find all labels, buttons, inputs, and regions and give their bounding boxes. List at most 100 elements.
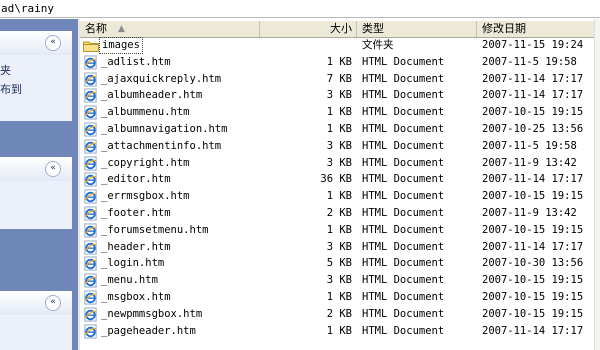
collapse-chevron-icon[interactable]: « (45, 161, 61, 177)
task-panel-header[interactable]: « (0, 291, 72, 315)
file-type: HTML Document (362, 240, 445, 253)
file-modified: 2007-10-15 19:15 (482, 106, 584, 119)
file-size: 36 KB (320, 173, 352, 186)
file-type: HTML Document (362, 55, 445, 68)
ie-document-icon (83, 223, 99, 238)
vertical-scrollbar[interactable] (594, 19, 600, 350)
file-size: 1 KB (326, 291, 352, 303)
file-size: 1 KB (326, 324, 352, 337)
file-row[interactable]: _albumnavigation.htm 1 KB HTML Document 200… (80, 121, 600, 138)
file-size: 1 KB (326, 123, 352, 135)
file-type: HTML Document (362, 207, 445, 219)
file-row[interactable]: _header.htm 3 KB HTML Document 2007-11-14 1… (80, 239, 600, 256)
file-row[interactable]: _pageheader.htm 1 KB HTML Document 2007-11-… (80, 323, 600, 340)
file-row[interactable]: _adlist.htm 1 KB HTML Document 2007-11-5 19… (80, 54, 600, 71)
address-path: ad\rainy (1, 2, 54, 15)
file-modified: 2007-10-15 19:15 (482, 190, 584, 203)
file-row[interactable]: _copyright.htm 3 KB HTML Document 2007-11-9… (80, 155, 600, 172)
file-size: 1 KB (326, 223, 352, 236)
ie-document-icon (83, 273, 99, 288)
file-row[interactable]: _errmsgbox.htm 1 KB HTML Document 2007-10-1… (80, 188, 600, 205)
file-size: 1 KB (326, 106, 352, 119)
file-size: 7 KB (326, 72, 352, 85)
file-size: 5 KB (326, 257, 352, 270)
file-name: _footer.htm (101, 207, 171, 219)
file-size: 2 KB (326, 307, 352, 320)
file-type: HTML Document (362, 274, 445, 287)
file-name: _albumheader.htm (101, 89, 203, 102)
file-row[interactable]: _ajaxquickreply.htm 7 KB HTML Document 2007… (80, 71, 600, 88)
file-row[interactable]: _albummenu.htm 1 KB HTML Document 2007-10-1… (80, 104, 600, 121)
ie-document-icon (83, 307, 99, 322)
file-row[interactable]: images 文件夹 2007-11-15 19:24 (80, 37, 600, 54)
file-name: _login.htm (101, 257, 165, 270)
file-type: HTML Document (362, 156, 445, 169)
folder-icon (83, 38, 99, 53)
address-bar[interactable]: ad\rainy (0, 0, 600, 18)
file-type: HTML Document (362, 72, 445, 85)
task-link[interactable]: 夹 (0, 61, 72, 80)
file-row[interactable]: _attachmentinfo.htm 3 KB HTML Document 2007… (80, 138, 600, 155)
file-modified: 2007-11-14 17:17 (482, 173, 584, 186)
file-name: _header.htm (101, 240, 171, 253)
file-size: 3 KB (326, 274, 352, 287)
file-name: _msgbox.htm (101, 291, 171, 303)
file-row[interactable]: _login.htm 5 KB HTML Document 2007-10-30 13… (80, 255, 600, 272)
column-header-row: 名称 ▲ 大小 类型 修改日期 (80, 21, 600, 38)
file-name: _errmsgbox.htm (101, 190, 190, 203)
file-type: HTML Document (362, 173, 445, 186)
file-list: 名称 ▲ 大小 类型 修改日期 images 文件夹 2007-11-15 19:2… (80, 19, 600, 350)
file-size: 1 KB (326, 55, 352, 68)
ie-document-icon (83, 55, 99, 70)
column-header-type[interactable]: 类型 (357, 21, 477, 37)
file-name: _adlist.htm (101, 55, 171, 68)
file-modified: 2007-11-5 19:58 (482, 55, 577, 68)
task-panel-header[interactable]: « (0, 31, 72, 55)
file-name: _pageheader.htm (101, 324, 196, 337)
ie-document-icon (83, 206, 99, 221)
file-type: HTML Document (362, 89, 445, 102)
file-name: _editor.htm (101, 173, 171, 186)
file-row[interactable]: _editor.htm 36 KB HTML Document 2007-11-14 … (80, 171, 600, 188)
file-name: _albumnavigation.htm (101, 123, 228, 135)
collapse-chevron-icon[interactable]: « (45, 295, 61, 311)
sort-ascending-icon: ▲ (118, 24, 125, 34)
ie-document-icon (83, 172, 99, 187)
file-size: 3 KB (326, 156, 352, 169)
column-header-name[interactable]: 名称 ▲ (80, 21, 260, 37)
column-header-modified[interactable]: 修改日期 (477, 21, 600, 37)
file-row[interactable]: _newpmmsgbox.htm 2 KB HTML Document 2007-10… (80, 306, 600, 323)
task-panel-1: « 夹 布到 (0, 31, 72, 121)
task-link[interactable]: 布到 (0, 80, 72, 99)
collapse-chevron-icon[interactable]: « (45, 35, 61, 51)
file-modified: 2007-11-14 17:17 (482, 324, 584, 337)
file-modified: 2007-11-15 19:24 (482, 39, 584, 51)
file-row[interactable]: _menu.htm 3 KB HTML Document 2007-10-15 19:… (80, 272, 600, 289)
file-size: 1 KB (326, 190, 352, 203)
ie-document-icon (83, 240, 99, 255)
file-modified: 2007-11-5 19:58 (482, 139, 577, 152)
task-panel-3: « (0, 291, 72, 350)
file-type: HTML Document (362, 324, 445, 337)
file-row[interactable]: _forumsetmenu.htm 1 KB HTML Document 2007-1… (80, 222, 600, 239)
file-type: HTML Document (362, 291, 445, 303)
file-modified: 2007-11-9 13:42 (482, 156, 577, 169)
file-type: HTML Document (362, 223, 445, 236)
ie-document-icon (83, 290, 99, 305)
file-row[interactable]: _footer.htm 2 KB HTML Document 2007-11-9 13… (80, 205, 600, 222)
file-name: _albummenu.htm (101, 106, 190, 119)
file-modified: 2007-10-15 19:15 (482, 291, 584, 303)
column-header-size[interactable]: 大小 (260, 21, 357, 37)
file-type: HTML Document (362, 307, 445, 320)
file-size: 2 KB (326, 207, 352, 219)
file-row[interactable]: _msgbox.htm 1 KB HTML Document 2007-10-15 1… (80, 289, 600, 306)
file-modified: 2007-11-14 17:17 (482, 240, 584, 253)
file-row[interactable]: _albumheader.htm 3 KB HTML Document 2007-11… (80, 87, 600, 104)
file-modified: 2007-10-15 19:15 (482, 307, 584, 320)
task-panel-header[interactable]: « (0, 157, 72, 181)
file-modified: 2007-10-15 19:15 (482, 274, 584, 287)
file-modified: 2007-10-15 19:15 (482, 223, 584, 236)
ie-document-icon (83, 72, 99, 87)
file-name: _menu.htm (101, 274, 158, 287)
file-modified: 2007-11-9 13:42 (482, 207, 577, 219)
